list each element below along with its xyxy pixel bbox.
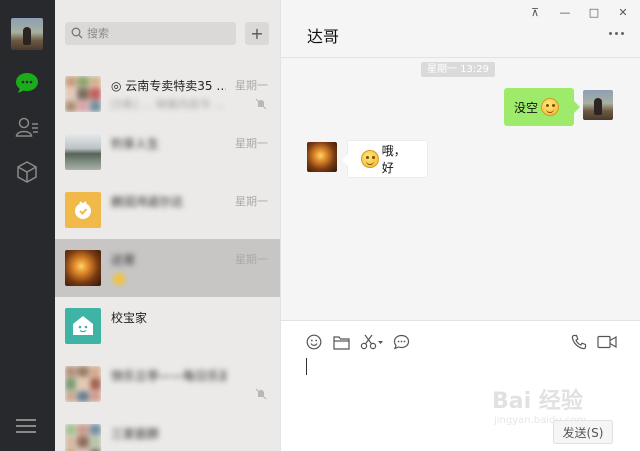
more-icon[interactable] xyxy=(609,28,629,38)
conversation-name: 达哥 xyxy=(111,253,136,267)
message-bubble-other[interactable]: 哦，好 xyxy=(342,140,428,178)
minimize-button[interactable]: — xyxy=(556,4,574,20)
mute-icon xyxy=(255,98,267,110)
conversation-name: 钓享人生 xyxy=(111,137,160,151)
sidebar-rail xyxy=(0,0,55,451)
conversation-time: 星期一 xyxy=(235,253,268,266)
emoji-icon xyxy=(113,273,125,285)
conversation-name: 快乐立亭——每日乐游群 xyxy=(111,369,226,383)
contact-avatar xyxy=(65,308,101,344)
plus-icon: + xyxy=(250,23,264,43)
contact-avatar xyxy=(65,250,101,286)
chat-icon[interactable] xyxy=(13,69,41,97)
emoji-icon[interactable] xyxy=(304,333,324,351)
mute-icon xyxy=(255,388,267,400)
chat-title: 达哥 xyxy=(307,27,340,46)
chat-header: 达哥 ⊼ — □ ✕ xyxy=(281,0,640,58)
chat-bubble-icon[interactable] xyxy=(391,333,411,351)
video-icon[interactable] xyxy=(596,333,618,351)
contact-avatar xyxy=(65,134,101,170)
conversation-item[interactable]: 快乐立亭——每日乐游群 xyxy=(55,355,280,413)
search-input[interactable] xyxy=(87,22,232,45)
conversation-time: 星期一 xyxy=(235,195,268,208)
conversation-name: ◎ 云南专卖特卖35 … xyxy=(111,79,226,93)
conversation-list: + ◎ 云南专卖特卖35 … [5条] … 钟爽内衣今 … 星期一 钓享人生 星… xyxy=(55,0,280,451)
time-separator: 星期一 13:29 xyxy=(421,62,495,77)
conversation-item[interactable]: 朗润鸿诺尔达 星期一 xyxy=(55,181,280,239)
watermark-text: Bai 经验 xyxy=(492,389,583,414)
user-avatar[interactable] xyxy=(11,18,43,50)
conversation-name: 三家庭群 xyxy=(111,427,160,441)
search-box[interactable] xyxy=(65,22,236,45)
conversation-name: 校宝家 xyxy=(111,311,148,325)
smile-emoji-icon xyxy=(541,98,560,116)
add-button[interactable]: + xyxy=(245,22,269,45)
menu-icon[interactable] xyxy=(16,419,36,435)
conversation-item[interactable]: ◎ 云南专卖特卖35 … [5条] … 钟爽内衣今 … 星期一 xyxy=(55,65,280,123)
conversation-name: 朗润鸿诺尔达 xyxy=(111,195,184,209)
chat-pane: 达哥 ⊼ — □ ✕ 星期一 13:29 没空 哦，好 Bai 经验 jingy… xyxy=(280,0,640,451)
message-text: 哦，好 xyxy=(381,144,406,175)
search-icon xyxy=(71,27,83,39)
conversation-time: 星期一 xyxy=(235,79,268,92)
maximize-button[interactable]: □ xyxy=(585,4,603,20)
send-button[interactable]: 发送(S) xyxy=(553,420,613,444)
message-bubble-self[interactable]: 没空 xyxy=(504,88,580,126)
self-avatar[interactable] xyxy=(583,90,613,120)
contact-avatar xyxy=(65,192,101,228)
contact-avatar[interactable] xyxy=(307,142,337,172)
conversation-item[interactable]: 三家庭群 xyxy=(55,413,280,451)
group-avatar xyxy=(65,424,101,451)
message-text: 没空 xyxy=(514,100,539,115)
pin-icon[interactable]: ⊼ xyxy=(526,4,544,20)
smile-emoji-icon xyxy=(361,150,379,168)
phone-icon[interactable] xyxy=(569,333,589,351)
group-avatar xyxy=(65,76,101,112)
conversation-item[interactable]: 钓享人生 星期一 xyxy=(55,123,280,181)
folder-icon[interactable] xyxy=(331,333,351,351)
message-composer[interactable]: Bai 经验 jingyan.baidu.com 发送(S) xyxy=(281,320,640,451)
conversation-preview: [5条] … 钟爽内衣今 … xyxy=(111,98,226,111)
conversation-item[interactable]: 校宝家 xyxy=(55,297,280,355)
contacts-icon[interactable] xyxy=(13,113,41,141)
text-cursor xyxy=(306,358,307,375)
conversation-time: 星期一 xyxy=(235,137,268,150)
scissors-icon[interactable] xyxy=(359,333,385,351)
favorites-icon[interactable] xyxy=(13,158,41,186)
close-button[interactable]: ✕ xyxy=(614,4,632,20)
group-avatar xyxy=(65,366,101,402)
conversation-item-active[interactable]: 达哥 星期一 xyxy=(55,239,280,297)
